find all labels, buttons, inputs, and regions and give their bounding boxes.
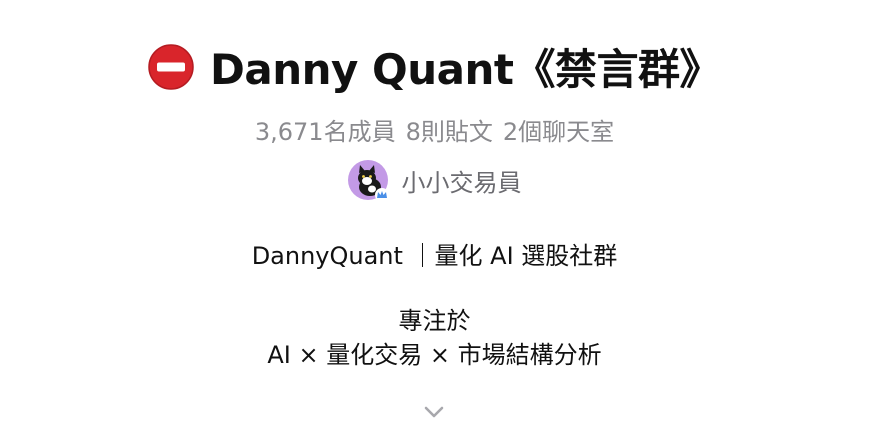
group-owner[interactable]: 小小交易員	[0, 160, 869, 202]
group-stats: 3,671名成員 8則貼文 2個聊天室	[0, 112, 869, 147]
chatroom-count[interactable]: 2個聊天室	[503, 118, 614, 146]
focus-heading: 專注於	[398, 307, 471, 335]
group-title: Danny Quant《禁言群》	[210, 45, 721, 94]
chevron-down-icon[interactable]	[424, 404, 444, 418]
owner-name[interactable]: 小小交易員	[402, 163, 522, 198]
member-count[interactable]: 3,671名成員	[255, 118, 396, 146]
no-entry-icon	[148, 43, 194, 90]
group-description: 專注於 AI × 量化交易 × 市場結構分析	[0, 304, 869, 372]
post-count[interactable]: 8則貼文	[406, 118, 493, 146]
cat-avatar-icon[interactable]	[347, 160, 389, 202]
group-tagline: DannyQuant ｜量化 AI 選股社群	[251, 242, 618, 270]
focus-text: AI × 量化交易 × 市場結構分析	[267, 341, 602, 369]
group-header: Danny Quant《禁言群》	[0, 36, 869, 97]
